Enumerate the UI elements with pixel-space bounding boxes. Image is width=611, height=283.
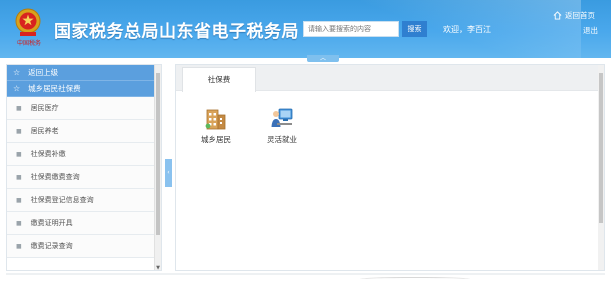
sidebar-item-payment-query[interactable]: ■ 社保费缴费查询 [7, 166, 161, 189]
main-panel: 社保费 城乡居民 灵活就业 [175, 64, 605, 271]
star-icon: ☆ [13, 84, 21, 93]
search-input[interactable] [303, 21, 399, 37]
footer-strip [0, 272, 611, 283]
app-grid: 城乡居民 灵活就业 [196, 105, 302, 145]
footer-decoration [360, 277, 470, 281]
person-at-computer-icon [271, 108, 293, 127]
bullet-icon: ■ [16, 219, 22, 227]
sidebar-section-label: 城乡居民社保费 [28, 84, 81, 93]
tax-emblem-icon [15, 8, 41, 36]
welcome-text: 欢迎，李百江 [443, 25, 491, 34]
sidebar-item-payment-records[interactable]: ■ 缴费记录查询 [7, 235, 161, 258]
main-scrollbar[interactable] [598, 65, 604, 270]
bullet-icon: ■ [16, 104, 22, 112]
sidebar-item-label: 社保费补缴 [30, 150, 66, 158]
bullet-icon: ■ [16, 242, 22, 250]
sidebar-item-back-payment[interactable]: ■ 社保费补缴 [7, 143, 161, 166]
sidebar-scrollbar[interactable]: ▼ [154, 65, 161, 270]
sidebar-item-label: 缴费记录查询 [30, 242, 73, 250]
sidebar-item-label: 居民医疗 [30, 104, 59, 112]
header-collapse-toggle[interactable]: ︿ [307, 55, 339, 62]
bullet-icon: ■ [16, 150, 22, 158]
sidebar-item-label: 缴费证明开具 [30, 219, 73, 227]
sidebar-item-label: 社保费登记信息查询 [30, 196, 94, 204]
home-link-label: 返回首页 [565, 11, 595, 20]
app-flexible-employment[interactable]: 灵活就业 [262, 105, 302, 145]
sidebar-back-label: 返回上级 [28, 68, 59, 77]
sidebar-item-resident-pension[interactable]: ■ 居民养老 [7, 120, 161, 143]
sidebar-back-button[interactable]: ☆ 返回上级 [7, 65, 161, 81]
logout-link[interactable]: 退出 [583, 25, 598, 36]
bullet-icon: ■ [16, 196, 22, 204]
building-icon [205, 109, 226, 130]
sidebar-item-label: 居民养老 [30, 127, 59, 135]
bullet-icon: ■ [16, 127, 22, 135]
app-urban-rural-resident[interactable]: 城乡居民 [196, 105, 236, 145]
emblem-caption: 中国税务 [16, 40, 41, 47]
main-scroll-thumb[interactable] [599, 73, 603, 223]
sidebar-item-resident-medical[interactable]: ■ 居民医疗 [7, 97, 161, 120]
scroll-down-arrow-icon[interactable]: ▼ [155, 264, 161, 270]
home-icon [553, 11, 562, 20]
top-banner: 中国税务 国家税务总局山东省电子税务局 搜索 欢迎，李百江 返回首页 退出 [0, 0, 611, 58]
sidebar-item-registration-query[interactable]: ■ 社保费登记信息查询 [7, 189, 161, 212]
tab-bar: 社保费 [176, 65, 604, 92]
sidebar-scroll-thumb[interactable] [156, 73, 160, 235]
bullet-icon: ■ [16, 173, 22, 181]
star-icon: ☆ [13, 68, 21, 77]
sidebar-collapse-toggle[interactable]: ‹ [165, 159, 172, 187]
sidebar: ☆ 返回上级 ☆ 城乡居民社保费 ■ 居民医疗 ■ 居民养老 ■ 社保费补缴 ■… [6, 64, 162, 271]
sidebar-item-payment-certificate[interactable]: ■ 缴费证明开具 [7, 212, 161, 235]
sidebar-section-title[interactable]: ☆ 城乡居民社保费 [7, 81, 161, 97]
app-label: 灵活就业 [267, 135, 297, 144]
site-title: 国家税务总局山东省电子税务局 [54, 22, 299, 42]
tab-social-insurance[interactable]: 社保费 [182, 67, 256, 92]
home-link[interactable]: 返回首页 [553, 10, 595, 21]
app-label: 城乡居民 [201, 135, 231, 144]
search-button[interactable]: 搜索 [402, 21, 427, 37]
footer-divider [6, 273, 605, 275]
sidebar-item-label: 社保费缴费查询 [30, 173, 80, 181]
